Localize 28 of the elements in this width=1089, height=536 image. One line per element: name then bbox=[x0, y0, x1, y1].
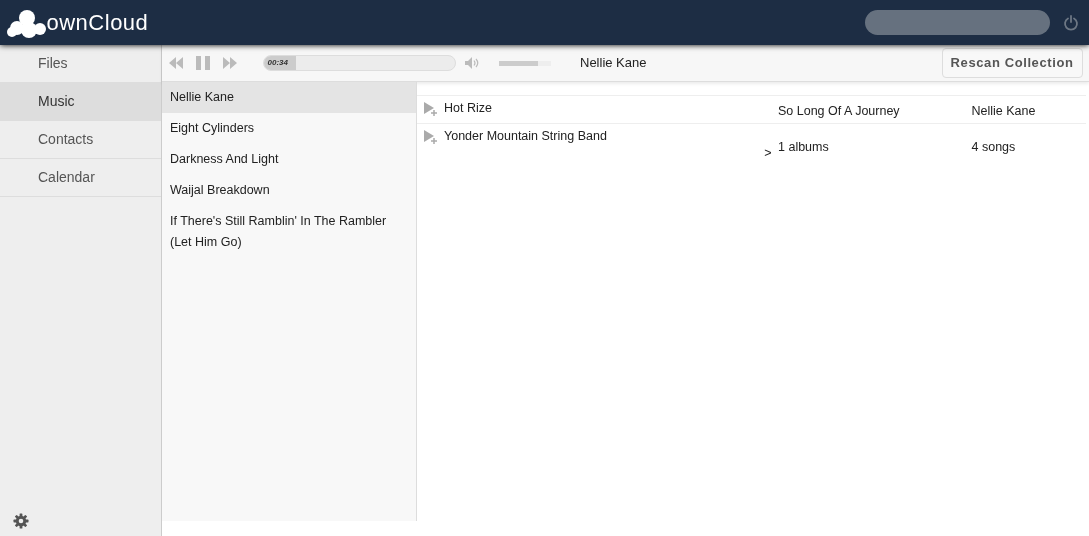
search-field[interactable] bbox=[865, 10, 1051, 35]
table-cell-text: 1 albums bbox=[777, 139, 830, 156]
settings-icon[interactable] bbox=[13, 512, 29, 529]
volume-slider[interactable] bbox=[498, 60, 551, 66]
pause-icon[interactable] bbox=[195, 56, 210, 70]
next-icon[interactable] bbox=[222, 57, 237, 69]
rescan-button[interactable]: Rescan Collection bbox=[941, 48, 1083, 78]
artist-name[interactable]: Hot Rize bbox=[444, 99, 772, 118]
artist-item[interactable]: Eight Cylinders bbox=[162, 113, 416, 144]
play-add-icon[interactable] bbox=[423, 102, 438, 117]
power-icon[interactable] bbox=[1063, 14, 1080, 31]
expand-toggle[interactable]: > bbox=[764, 144, 772, 163]
progress-bar[interactable]: 00:34 bbox=[262, 55, 456, 71]
table-cell-text: 4 songs bbox=[971, 139, 1016, 156]
elapsed-time: 00:34 bbox=[263, 56, 296, 70]
play-add-icon[interactable] bbox=[423, 130, 438, 145]
previous-icon[interactable] bbox=[168, 57, 183, 69]
artist-item[interactable]: If There's Still Ramblin' In The Rambler (Let Him Go) bbox=[162, 206, 416, 258]
table-cell-text: Nellie Kane bbox=[971, 103, 1036, 120]
artist-item[interactable]: Waijal Breakdown bbox=[162, 175, 416, 206]
nav-item[interactable]: Music bbox=[0, 83, 161, 121]
artist-name[interactable]: Yonder Mountain String Band bbox=[444, 127, 758, 146]
artist-item[interactable]: Nellie Kane bbox=[162, 82, 416, 113]
artist-item[interactable]: Darkness And Light bbox=[162, 144, 416, 175]
volume-icon[interactable] bbox=[465, 57, 480, 69]
table-cell-text: So Long Of A Journey bbox=[777, 103, 901, 120]
now-playing-title: Nellie Kane bbox=[579, 54, 647, 73]
logo-text: ownCloud bbox=[46, 11, 149, 34]
